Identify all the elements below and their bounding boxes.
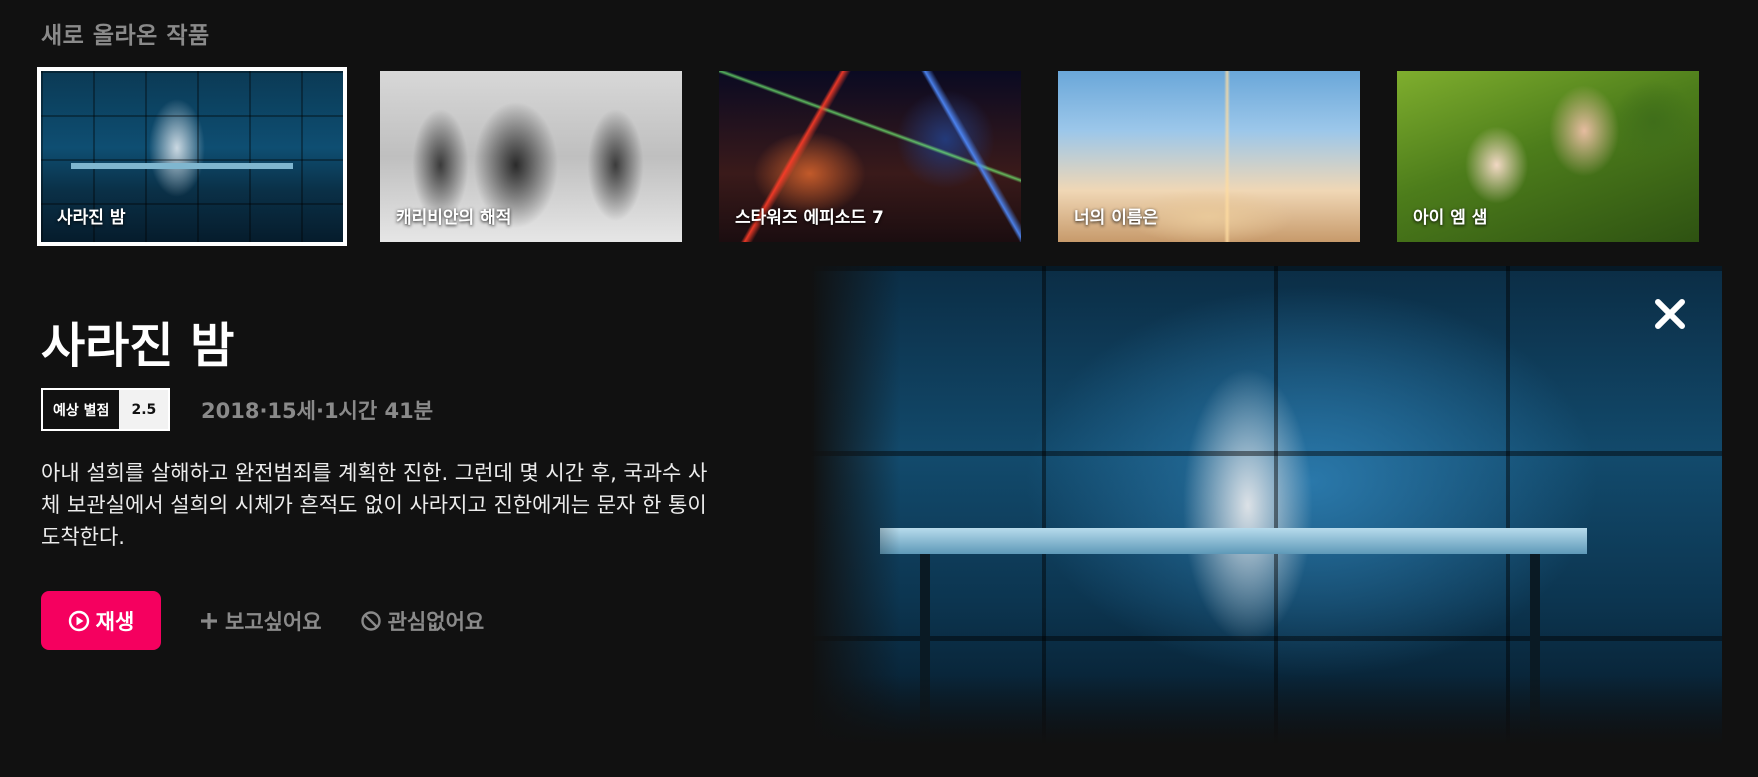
action-bar: 재생 보고싶어요 관심없어요 — [41, 591, 484, 650]
thumbnail-label: 사라진 밤 — [57, 208, 126, 228]
close-icon — [1650, 294, 1690, 334]
rating-value: 2.5 — [119, 390, 169, 429]
thumbnail-label: 너의 이름은 — [1074, 208, 1159, 228]
thumbnail-card[interactable]: 스타워즈 에피소드 7 — [719, 71, 1021, 242]
detail-title: 사라진 밤 — [41, 318, 235, 374]
detail-meta: 2018·15세·1시간 41분 — [201, 399, 434, 423]
thumbnail-label: 스타워즈 에피소드 7 — [735, 208, 884, 228]
rating-label: 예상 별점 — [43, 390, 120, 429]
wishlist-label: 보고싶어요 — [225, 609, 322, 634]
not-interested-label: 관심없어요 — [387, 609, 485, 634]
thumbnail-card[interactable]: 사라진 밤 — [37, 67, 347, 246]
play-label: 재생 — [95, 609, 135, 634]
close-button[interactable] — [1650, 294, 1690, 334]
play-circle-icon — [68, 610, 90, 632]
thumbnail-label: 아이 엠 샘 — [1413, 208, 1488, 228]
detail-description: 아내 설희를 살해하고 완전범죄를 계획한 진한. 그런데 몇 시간 후, 국과… — [41, 461, 708, 549]
plus-icon — [199, 611, 219, 631]
hero-image — [810, 266, 1722, 745]
thumbnail-row: 사라진 밤 캐리비안의 해적 스타워즈 에피소드 7 너의 이름은 아이 엠 샘 — [37, 67, 1699, 246]
thumbnail-card[interactable]: 캐리비안의 해적 — [380, 71, 682, 242]
section-title: 새로 올라온 작품 — [41, 23, 210, 49]
wishlist-button[interactable]: 보고싶어요 — [199, 606, 322, 636]
rating-badge: 예상 별점 2.5 — [41, 388, 171, 431]
ban-icon — [360, 610, 382, 632]
play-button[interactable]: 재생 — [41, 591, 161, 650]
thumbnail-label: 캐리비안의 해적 — [396, 208, 512, 228]
not-interested-button[interactable]: 관심없어요 — [360, 606, 485, 636]
thumbnail-card[interactable]: 너의 이름은 — [1058, 71, 1360, 242]
thumbnail-card[interactable]: 아이 엠 샘 — [1397, 71, 1699, 242]
